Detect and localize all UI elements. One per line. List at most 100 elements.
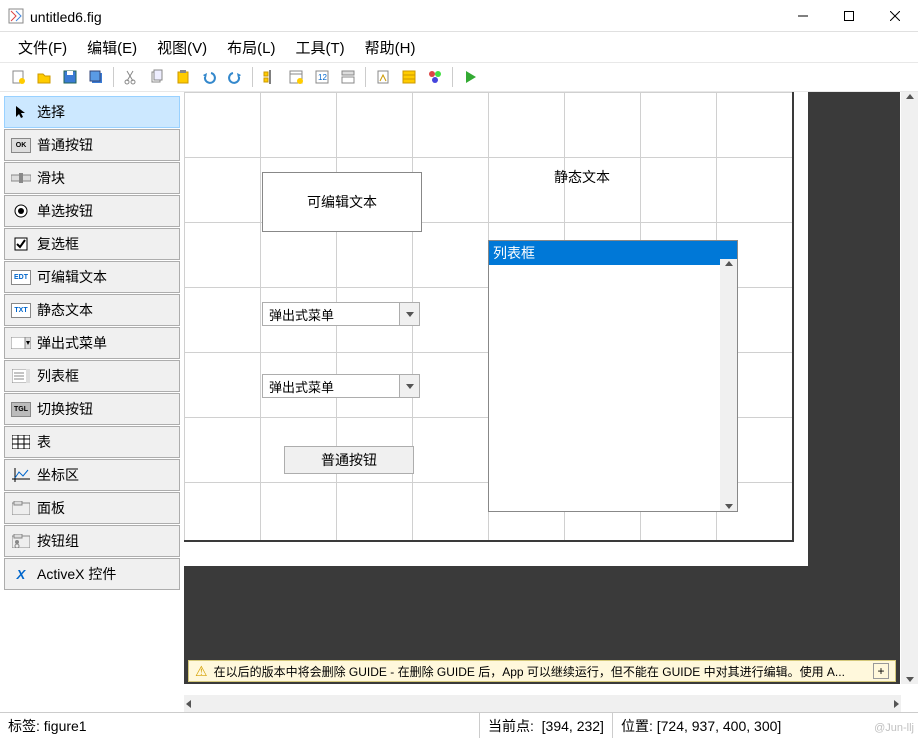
- palette-axes[interactable]: 坐标区: [4, 459, 180, 491]
- table-icon: [11, 435, 31, 450]
- palette-label: 复选框: [37, 234, 79, 254]
- warning-icon: ⚠: [195, 663, 208, 680]
- vertical-scrollbar[interactable]: [901, 92, 918, 684]
- palette-select[interactable]: 选择: [4, 96, 180, 128]
- edit-text-icon: EDT: [11, 270, 31, 285]
- palette-label: 切换按钮: [37, 399, 93, 419]
- listbox-selected-item[interactable]: 列表框: [489, 241, 737, 265]
- menu-view[interactable]: 视图(V): [149, 33, 215, 62]
- menu-tools[interactable]: 工具(T): [288, 33, 353, 62]
- scroll-up-icon[interactable]: [725, 261, 733, 266]
- chevron-down-icon[interactable]: [399, 303, 419, 325]
- buttongroup-icon: [11, 534, 31, 549]
- menu-layout[interactable]: 布局(L): [219, 33, 283, 62]
- design-canvas[interactable]: 可编辑文本 静态文本 弹出式菜单 弹出式菜单 普通按钮 列表框 ⚠ 在以后的版本…: [184, 92, 918, 712]
- palette-panel[interactable]: 面板: [4, 492, 180, 524]
- slider-icon: [11, 171, 31, 186]
- palette-table[interactable]: 表: [4, 426, 180, 458]
- status-position: 位置: [724, 937, 400, 300]: [613, 713, 789, 738]
- palette-label: ActiveX 控件: [37, 564, 116, 584]
- saveall-icon[interactable]: [84, 65, 108, 89]
- current-point-value: [394, 232]: [542, 718, 604, 734]
- scroll-right-icon[interactable]: [894, 700, 899, 708]
- menu-help[interactable]: 帮助(H): [357, 33, 424, 62]
- popup-icon: [11, 336, 31, 351]
- canvas-listbox[interactable]: 列表框: [488, 240, 738, 512]
- canvas-edit-text[interactable]: 可编辑文本: [262, 172, 422, 232]
- canvas-static-text[interactable]: 静态文本: [554, 167, 610, 187]
- palette-label: 列表框: [37, 366, 79, 386]
- tab-order-icon[interactable]: 12: [310, 65, 334, 89]
- expand-warning-button[interactable]: +: [873, 663, 889, 679]
- minimize-button[interactable]: [780, 0, 826, 32]
- scroll-up-icon[interactable]: [906, 94, 914, 99]
- undo-icon[interactable]: [197, 65, 221, 89]
- canvas-popup-1[interactable]: 弹出式菜单: [262, 302, 420, 326]
- palette-buttongroup[interactable]: 按钮组: [4, 525, 180, 557]
- palette-activex[interactable]: X ActiveX 控件: [4, 558, 180, 590]
- cut-icon[interactable]: [119, 65, 143, 89]
- scroll-down-icon[interactable]: [906, 677, 914, 682]
- palette-label: 按钮组: [37, 531, 79, 551]
- palette-radio[interactable]: 单选按钮: [4, 195, 180, 227]
- property-inspector-icon[interactable]: [397, 65, 421, 89]
- popup-label: 弹出式菜单: [269, 377, 334, 396]
- tag-label: 标签:: [8, 716, 40, 736]
- svg-text:12: 12: [318, 73, 327, 82]
- palette-slider[interactable]: 滑块: [4, 162, 180, 194]
- menu-edit[interactable]: 编辑(E): [79, 33, 145, 62]
- toggle-icon: TGL: [11, 402, 31, 417]
- button-label: 普通按钮: [321, 450, 377, 470]
- menu-editor-icon[interactable]: [284, 65, 308, 89]
- toolbar-editor-icon[interactable]: [336, 65, 360, 89]
- palette-label: 表: [37, 432, 51, 452]
- open-icon[interactable]: [32, 65, 56, 89]
- activex-icon: X: [11, 567, 31, 582]
- static-text-icon: TXT: [11, 303, 31, 318]
- run-icon[interactable]: [458, 65, 482, 89]
- main-area: 选择 OK 普通按钮 滑块 单选按钮 复选框 EDT 可编辑文本 TXT 静态文…: [0, 92, 918, 712]
- palette-label: 可编辑文本: [37, 267, 107, 287]
- popup-label: 弹出式菜单: [269, 305, 334, 324]
- pointer-icon: [11, 105, 31, 120]
- canvas-pushbutton[interactable]: 普通按钮: [284, 446, 414, 474]
- listbox-scrollbar[interactable]: [720, 259, 737, 511]
- align-icon[interactable]: [258, 65, 282, 89]
- copy-icon[interactable]: [145, 65, 169, 89]
- menu-file[interactable]: 文件(F): [10, 33, 75, 62]
- object-browser-icon[interactable]: [423, 65, 447, 89]
- palette-listbox[interactable]: 列表框: [4, 360, 180, 392]
- position-value: [724, 937, 400, 300]: [657, 718, 782, 734]
- palette-label: 静态文本: [37, 300, 93, 320]
- checkbox-icon: [11, 237, 31, 252]
- radio-icon: [11, 204, 31, 219]
- maximize-button[interactable]: [826, 0, 872, 32]
- save-icon[interactable]: [58, 65, 82, 89]
- separator-icon: [365, 67, 366, 87]
- listbox-icon: [11, 369, 31, 384]
- status-current-point: 当前点: [394, 232]: [480, 713, 613, 738]
- palette-edit[interactable]: EDT 可编辑文本: [4, 261, 180, 293]
- chevron-down-icon[interactable]: [399, 375, 419, 397]
- paste-icon[interactable]: [171, 65, 195, 89]
- palette-label: 弹出式菜单: [37, 333, 107, 353]
- palette-toggle[interactable]: TGL 切换按钮: [4, 393, 180, 425]
- position-label: 位置:: [621, 716, 653, 736]
- separator-icon: [113, 67, 114, 87]
- mfile-editor-icon[interactable]: [371, 65, 395, 89]
- close-button[interactable]: [872, 0, 918, 32]
- scroll-down-icon[interactable]: [725, 504, 733, 509]
- axes-icon: [11, 468, 31, 483]
- palette-pushbutton[interactable]: OK 普通按钮: [4, 129, 180, 161]
- palette-popup[interactable]: 弹出式菜单: [4, 327, 180, 359]
- palette-checkbox[interactable]: 复选框: [4, 228, 180, 260]
- palette-static[interactable]: TXT 静态文本: [4, 294, 180, 326]
- palette-label: 面板: [37, 498, 65, 518]
- palette-label: 普通按钮: [37, 135, 93, 155]
- app-icon: [8, 8, 24, 24]
- canvas-popup-2[interactable]: 弹出式菜单: [262, 374, 420, 398]
- horizontal-scrollbar[interactable]: [184, 695, 901, 712]
- redo-icon[interactable]: [223, 65, 247, 89]
- scroll-left-icon[interactable]: [186, 700, 191, 708]
- new-icon[interactable]: [6, 65, 30, 89]
